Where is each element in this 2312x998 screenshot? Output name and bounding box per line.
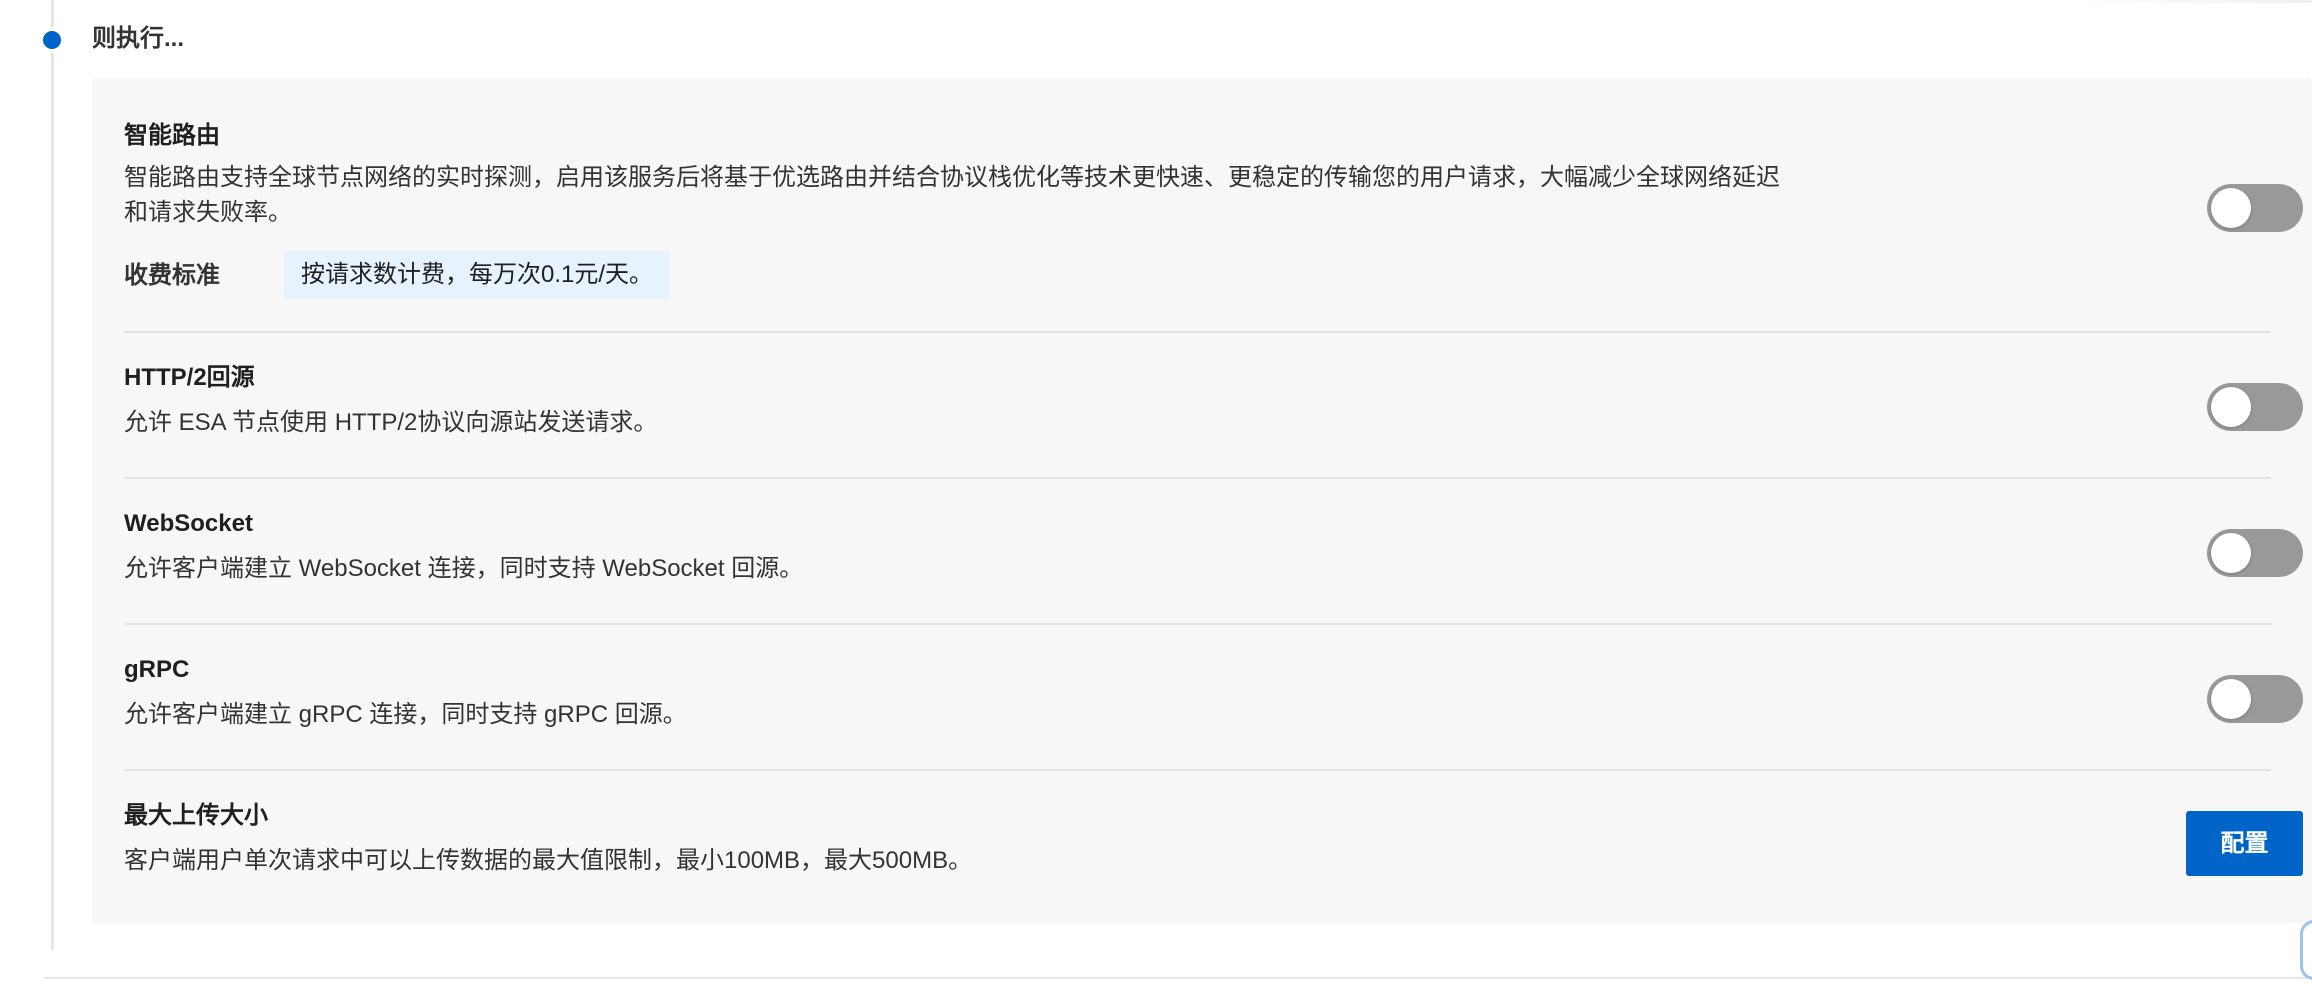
setting-title: gRPC [124,656,190,683]
page: 则执行... 智能路由 智能路由支持全球节点网络的实时探测，启用该服务后将基于优… [0,0,2312,998]
setting-description-line-2: 和请求失败率。 [124,199,292,226]
timeline-dot-icon [39,27,65,53]
floating-widget-edge[interactable] [2300,920,2312,980]
top-shadow [2060,0,2312,3]
setting-description: 允许客户端建立 gRPC 连接，同时支持 gRPC 回源。 [124,701,687,728]
grpc-toggle[interactable] [2207,675,2303,723]
setting-description: 客户端用户单次请求中可以上传数据的最大值限制，最小100MB，最大500MB。 [124,847,973,874]
fee-label: 收费标准 [124,262,220,289]
websocket-toggle[interactable] [2207,529,2303,577]
configure-button[interactable]: 配置 [2186,811,2303,876]
setting-max-upload-size: 最大上传大小 客户端用户单次请求中可以上传数据的最大值限制，最小100MB，最大… [124,771,2303,923]
setting-websocket: WebSocket 允许客户端建立 WebSocket 连接，同时支持 WebS… [124,479,2303,623]
setting-description-line-1: 智能路由支持全球节点网络的实时探测，启用该服务后将基于优选路由并结合协议栈优化等… [124,164,1780,191]
fee-value: 按请求数计费，每万次0.1元/天。 [284,251,671,299]
setting-title: 最大上传大小 [124,802,268,829]
http2-origin-toggle[interactable] [2207,383,2303,431]
setting-title: HTTP/2回源 [124,364,255,391]
setting-description: 允许 ESA 节点使用 HTTP/2协议向源站发送请求。 [124,409,658,436]
setting-http2-origin: HTTP/2回源 允许 ESA 节点使用 HTTP/2协议向源站发送请求。 [124,333,2303,477]
toggle-knob [2211,533,2251,573]
setting-smart-routing: 智能路由 智能路由支持全球节点网络的实时探测，启用该服务后将基于优选路由并结合协… [124,78,2303,331]
settings-panel: 智能路由 智能路由支持全球节点网络的实时探测，启用该服务后将基于优选路由并结合协… [92,78,2312,923]
toggle-knob [2211,679,2251,719]
toggle-knob [2211,188,2251,228]
smart-routing-toggle[interactable] [2207,184,2303,232]
step-title: 则执行... [92,25,185,52]
setting-title: WebSocket [124,510,253,537]
setting-grpc: gRPC 允许客户端建立 gRPC 连接，同时支持 gRPC 回源。 [124,625,2303,769]
toggle-knob [2211,387,2251,427]
timeline-line [51,0,54,950]
setting-title: 智能路由 [124,122,220,149]
setting-description: 允许客户端建立 WebSocket 连接，同时支持 WebSocket 回源。 [124,555,804,582]
section-bottom-divider [44,977,2312,979]
